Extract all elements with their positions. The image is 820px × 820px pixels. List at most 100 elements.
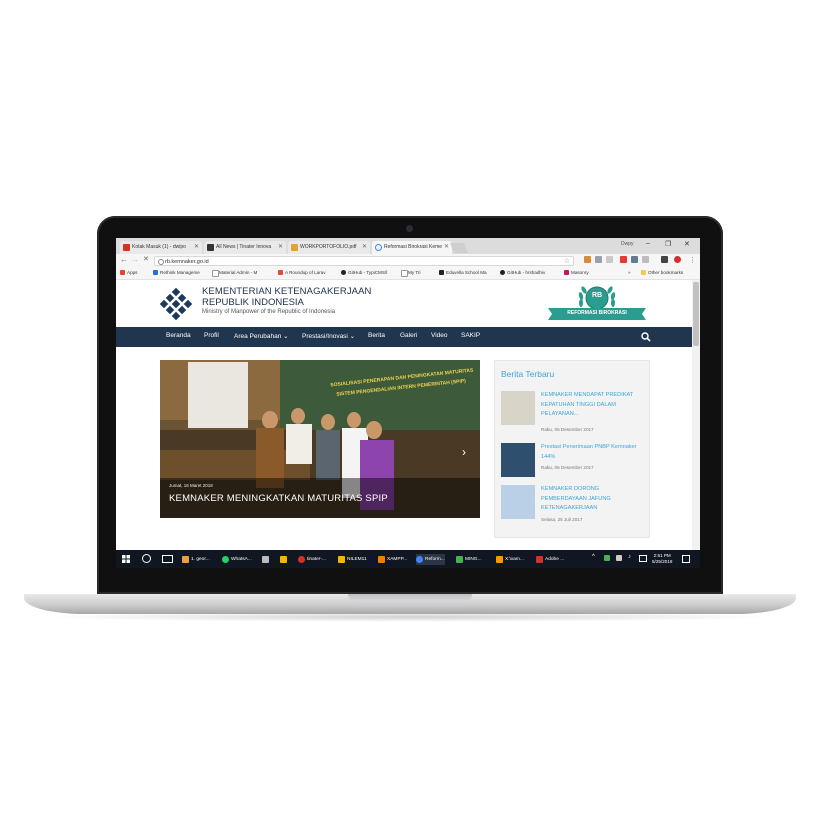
taskbar-item[interactable]: XAMPP...	[378, 554, 407, 565]
menu-dots-icon[interactable]: ⋮	[689, 256, 696, 264]
more-bookmarks-icon[interactable]: »	[628, 270, 631, 275]
site-title[interactable]: KEMENTERIAN KETENAGAKERJAAN	[202, 286, 372, 297]
taskbar-item[interactable]: NILEM11	[338, 554, 367, 565]
opera-icon[interactable]	[674, 256, 681, 263]
nav-profil[interactable]: Profil	[204, 332, 219, 339]
search-icon[interactable]	[640, 331, 652, 343]
browser-tab[interactable]: Kotak Masuk (1) - dwipo ✕	[120, 241, 202, 254]
network-icon[interactable]	[616, 555, 622, 561]
taskbar-label: NILEM11	[347, 557, 367, 562]
bookmark-item[interactable]: Masonry	[564, 270, 589, 275]
task-view-icon[interactable]	[162, 555, 173, 563]
minimize-icon[interactable]: –	[646, 240, 650, 247]
extension-icon[interactable]	[642, 256, 649, 263]
bookmark-star-icon[interactable]: ☆	[564, 257, 570, 267]
bookmark-item[interactable]: GitHub - hrshadhiv	[500, 270, 545, 275]
bookmark-apps[interactable]: Apps	[120, 270, 137, 275]
battery-icon[interactable]	[639, 555, 647, 562]
reformasi-birokrasi-badge[interactable]: RB REFORMASI BIROKRASI	[544, 282, 650, 326]
nav-berita[interactable]: Berita	[368, 332, 385, 339]
news-title[interactable]: KEMNAKER DORONG PEMBERDAYAAN JAFUNG KETE…	[541, 485, 645, 514]
close-icon[interactable]: ✕	[278, 241, 283, 254]
clock-date: 5/25/2018	[652, 559, 673, 564]
news-item[interactable]: KEMNAKER MENDAPAT PREDIKAT KEPATUHAN TIN…	[501, 391, 645, 435]
site-title-line2[interactable]: REPUBLIK INDONESIA	[202, 297, 304, 308]
bookmark-item[interactable]: Material Admin - M	[212, 270, 257, 277]
slider-title[interactable]: KEMNAKER MENINGKATKAN MATURITAS SPIP	[169, 493, 388, 504]
close-icon[interactable]: ✕	[362, 241, 367, 254]
nav-galeri[interactable]: Galeri	[400, 332, 417, 339]
browser-tabbar: Kotak Masuk (1) - dwipo ✕ All News | Tin…	[116, 238, 700, 254]
news-thumbnail[interactable]	[501, 391, 535, 425]
extension-icon[interactable]	[584, 256, 591, 263]
news-title[interactable]: KEMNAKER MENDAPAT PREDIKAT KEPATUHAN TIN…	[541, 391, 645, 420]
chevron-right-icon[interactable]: ›	[462, 445, 466, 459]
xampp-icon	[378, 556, 385, 563]
news-date: Selasa, 25 Juli 2017	[541, 517, 583, 522]
tray-chevron-icon[interactable]: ^	[592, 554, 595, 560]
nav-prestasi-inovasi[interactable]: Prestasi/Inovasi ⌄	[302, 332, 355, 340]
taskbar-item[interactable]: X:\xam...	[496, 554, 524, 565]
taskbar-item[interactable]	[262, 554, 271, 565]
extension-icon[interactable]	[595, 256, 602, 263]
news-title[interactable]: Prestasi Penerimaan PNBP Kemnaker 144%	[541, 443, 645, 462]
extension-icon[interactable]	[606, 256, 613, 263]
taskbar-item[interactable]	[280, 554, 289, 565]
folder-icon	[641, 270, 646, 275]
browser-tab[interactable]: All News | Tinater Innova ✕	[204, 241, 286, 254]
extension-icon[interactable]	[661, 256, 668, 263]
taskbar-item[interactable]: 1. geor...	[182, 554, 210, 565]
sublime-icon	[496, 556, 503, 563]
browser-tab[interactable]: WORKPORTOFOLIO.pdf ✕	[288, 241, 370, 254]
news-item[interactable]: Prestasi Penerimaan PNBP Kemnaker 144% R…	[501, 443, 645, 487]
close-window-icon[interactable]: ✕	[684, 240, 690, 248]
profile-name[interactable]: Dwpy	[621, 241, 634, 247]
taskbar-item[interactable]: tinater-...	[298, 554, 326, 565]
taskbar-clock[interactable]: 2:51 PM 5/25/2018	[652, 553, 672, 565]
other-bookmarks[interactable]: Other bookmarks	[641, 270, 683, 275]
bookmark-item[interactable]: Eduvella School Ma	[439, 270, 487, 275]
nav-area-perubahan[interactable]: Area Perubahan ⌄	[234, 332, 289, 340]
nav-beranda[interactable]: Beranda	[166, 332, 191, 339]
bookmark-item[interactable]: My Tri	[401, 270, 421, 277]
close-icon[interactable]: ✕	[194, 241, 199, 254]
taskbar-item[interactable]: WhatsA...	[222, 554, 252, 565]
opera-icon	[298, 556, 305, 563]
tray-app-icon[interactable]	[604, 555, 610, 561]
bookmark-item[interactable]: Rethink Manageme	[153, 270, 200, 275]
bookmark-label: Other bookmarks	[648, 270, 684, 275]
app-icon	[182, 556, 189, 563]
extension-icon[interactable]	[620, 256, 627, 263]
app-icon	[262, 556, 269, 563]
new-tab-button[interactable]	[450, 243, 468, 253]
page-scrollbar[interactable]	[692, 280, 700, 550]
nav-video[interactable]: Video	[431, 332, 448, 339]
taskbar-item[interactable]: Adobe ...	[536, 554, 564, 565]
address-bar[interactable]: rb.kemnaker.go.id ☆	[154, 256, 574, 266]
forward-icon[interactable]: →	[131, 255, 139, 264]
tab-label: WORKPORTOFOLIO.pdf	[300, 244, 357, 250]
cortana-icon[interactable]	[142, 554, 151, 563]
scrollbar-thumb[interactable]	[693, 282, 699, 346]
bookmark-icon	[439, 270, 444, 275]
news-thumbnail[interactable]	[501, 443, 535, 477]
taskbar-item[interactable]: MING...	[456, 554, 482, 565]
taskbar-item-active[interactable]: Reform...	[416, 554, 445, 565]
bookmark-item[interactable]: A Roundup of Larav	[278, 270, 326, 275]
extension-icon[interactable]	[631, 256, 638, 263]
notification-icon[interactable]	[682, 555, 690, 563]
news-slider[interactable]: SOSIALISASI PENERAPAN DAN PENINGKATAN MA…	[160, 360, 480, 518]
volume-icon[interactable]: ♪	[628, 554, 631, 560]
nav-sakip[interactable]: SAKIP	[461, 332, 480, 339]
news-date: Rabu, 06 Desember 2017	[541, 427, 594, 432]
news-item[interactable]: KEMNAKER DORONG PEMBERDAYAAN JAFUNG KETE…	[501, 485, 645, 529]
info-icon[interactable]	[158, 259, 164, 265]
stop-icon[interactable]: ✕	[143, 255, 149, 263]
maximize-icon[interactable]: ❐	[665, 240, 671, 248]
back-icon[interactable]: ←	[120, 255, 128, 264]
close-icon[interactable]: ✕	[444, 241, 449, 254]
bookmark-item[interactable]: GitHub - TypiCMS/l	[341, 270, 387, 275]
news-thumbnail[interactable]	[501, 485, 535, 519]
browser-tab-active[interactable]: Reformasi Birokrasi Keme ✕	[372, 241, 452, 254]
windows-start-icon[interactable]	[122, 555, 130, 563]
